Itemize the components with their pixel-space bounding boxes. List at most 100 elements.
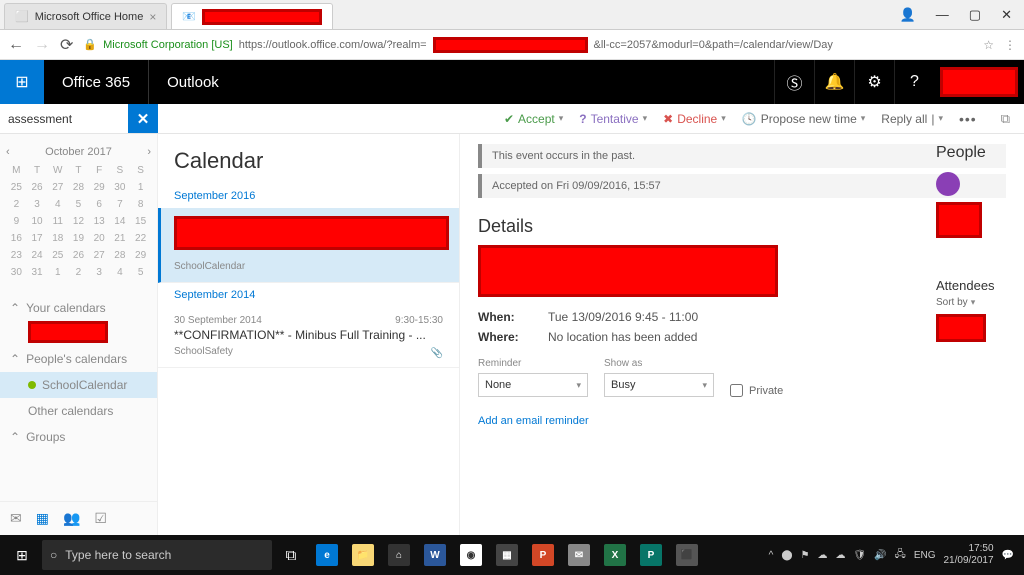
mini-cal-grid[interactable]: MTWTFSS 25262728293012345678910111213141… xyxy=(6,162,151,281)
mini-cal-day[interactable]: 16 xyxy=(6,230,27,247)
mini-cal-day[interactable]: 24 xyxy=(27,247,48,264)
mini-cal-day[interactable]: 23 xyxy=(6,247,27,264)
taskbar-app[interactable]: e xyxy=(310,535,344,575)
tray-chevron-icon[interactable]: ^ xyxy=(769,550,774,561)
mini-cal-day[interactable]: 7 xyxy=(110,196,131,213)
other-calendars-label[interactable]: Other calendars xyxy=(0,398,157,424)
mini-cal-day[interactable]: 20 xyxy=(89,230,110,247)
back-icon[interactable]: ← xyxy=(8,36,24,54)
browser-tab-active[interactable]: 📧 xyxy=(171,3,333,29)
peoples-calendars-header[interactable]: ⌃People's calendars xyxy=(0,346,157,372)
mini-cal-day[interactable]: 8 xyxy=(130,196,151,213)
user-icon[interactable]: 👤 xyxy=(900,7,916,23)
showas-select[interactable]: Busy ▾ xyxy=(604,373,714,397)
mini-cal-day[interactable]: 3 xyxy=(89,264,110,281)
your-calendars-header[interactable]: ⌃Your calendars xyxy=(0,295,157,321)
mini-cal-day[interactable]: 25 xyxy=(6,179,27,196)
mini-cal-day[interactable]: 5 xyxy=(130,264,151,281)
groups-header[interactable]: ⌃Groups xyxy=(0,424,157,450)
tasks-icon[interactable]: ☑ xyxy=(94,510,107,527)
help-icon[interactable]: ? xyxy=(894,60,934,104)
mini-cal-day[interactable]: 1 xyxy=(130,179,151,196)
action-center-icon[interactable]: 💬 xyxy=(1002,550,1014,561)
menu-icon[interactable]: ⋮ xyxy=(1004,38,1016,52)
taskbar-app-chrome[interactable]: ◉ xyxy=(454,535,488,575)
tray-icon[interactable]: ☁ xyxy=(836,550,846,561)
mini-cal-day[interactable]: 30 xyxy=(110,179,131,196)
task-view-icon[interactable]: ⧉ xyxy=(274,535,308,575)
mini-cal-day[interactable]: 27 xyxy=(89,247,110,264)
sort-by-button[interactable]: Sort by ▾ xyxy=(936,297,1006,308)
mini-cal-day[interactable]: 10 xyxy=(27,213,48,230)
mini-cal-day[interactable]: 13 xyxy=(89,213,110,230)
organizer-avatar[interactable] xyxy=(936,172,960,196)
clear-search-button[interactable]: ✕ xyxy=(128,104,158,133)
popout-icon[interactable]: ⧉ xyxy=(1001,111,1010,127)
mini-cal-day[interactable]: 29 xyxy=(130,247,151,264)
mini-cal-day[interactable]: 2 xyxy=(6,196,27,213)
mini-cal-day[interactable]: 4 xyxy=(110,264,131,281)
notifications-icon[interactable]: 🔔 xyxy=(814,60,854,104)
maximize-icon[interactable]: ▢ xyxy=(969,7,981,23)
decline-button[interactable]: ✖ Decline ▾ xyxy=(663,112,726,126)
mini-cal-day[interactable]: 26 xyxy=(68,247,89,264)
mini-cal-day[interactable]: 4 xyxy=(47,196,68,213)
app-launcher-icon[interactable]: ⊞ xyxy=(0,60,44,104)
forward-icon[interactable]: → xyxy=(34,36,50,54)
app-name[interactable]: Outlook xyxy=(148,60,237,104)
tray-lang[interactable]: ENG xyxy=(914,550,936,561)
taskbar-app[interactable]: ▦ xyxy=(490,535,524,575)
mini-cal-day[interactable]: 28 xyxy=(68,179,89,196)
mini-cal-day[interactable]: 9 xyxy=(6,213,27,230)
taskbar-app-powerpoint[interactable]: P xyxy=(526,535,560,575)
mail-icon[interactable]: ✉ xyxy=(10,510,22,527)
accept-button[interactable]: ✔ Accept ▾ xyxy=(504,112,563,126)
mini-cal-day[interactable]: 18 xyxy=(47,230,68,247)
mini-cal-day[interactable]: 14 xyxy=(110,213,131,230)
close-window-icon[interactable]: ✕ xyxy=(1001,7,1012,23)
tray-icon[interactable]: ☁ xyxy=(818,550,828,561)
mini-cal-day[interactable]: 25 xyxy=(47,247,68,264)
mini-cal-day[interactable]: 29 xyxy=(89,179,110,196)
event-item[interactable]: SchoolCalendar xyxy=(158,208,459,283)
skype-icon[interactable]: Ⓢ xyxy=(774,60,814,104)
taskbar-app-mail[interactable]: ✉ xyxy=(562,535,596,575)
close-icon[interactable]: × xyxy=(149,10,156,24)
calendar-icon[interactable]: ▦ xyxy=(36,510,49,527)
taskbar-search[interactable]: ○ Type here to search xyxy=(42,540,272,570)
mini-cal-day[interactable]: 22 xyxy=(130,230,151,247)
mini-cal-day[interactable]: 5 xyxy=(68,196,89,213)
mini-cal-day[interactable]: 2 xyxy=(68,264,89,281)
star-icon[interactable]: ☆ xyxy=(983,38,994,52)
prev-month-icon[interactable]: ‹ xyxy=(6,146,10,158)
tray-icon[interactable]: 🛡 xyxy=(854,550,867,561)
mini-cal-day[interactable]: 3 xyxy=(27,196,48,213)
mini-cal-day[interactable]: 1 xyxy=(47,264,68,281)
tentative-button[interactable]: ? Tentative ▾ xyxy=(579,112,647,126)
tray-icon[interactable]: ⬤ xyxy=(781,550,792,561)
minimize-icon[interactable]: — xyxy=(936,7,949,22)
reply-all-button[interactable]: Reply all | ▾ xyxy=(881,112,943,126)
mini-cal-day[interactable]: 6 xyxy=(89,196,110,213)
more-actions-button[interactable]: ••• xyxy=(959,111,977,127)
event-item[interactable]: 30 September 20149:30-15:30**CONFIRMATIO… xyxy=(158,307,459,368)
propose-time-button[interactable]: 🕓 Propose new time ▾ xyxy=(742,112,866,126)
people-icon[interactable]: 👥 xyxy=(63,510,80,527)
taskbar-app[interactable]: ⬛ xyxy=(670,535,704,575)
taskbar-app-store[interactable]: ⌂ xyxy=(382,535,416,575)
taskbar-clock[interactable]: 17:50 21/09/2017 xyxy=(943,543,993,567)
reminder-select[interactable]: None ▾ xyxy=(478,373,588,397)
tray-icon[interactable]: ⚑ xyxy=(801,550,810,561)
reload-icon[interactable]: ⟳ xyxy=(60,35,73,55)
next-month-icon[interactable]: › xyxy=(147,146,151,158)
settings-icon[interactable]: ⚙ xyxy=(854,60,894,104)
mini-cal-day[interactable]: 11 xyxy=(47,213,68,230)
mini-cal-day[interactable]: 27 xyxy=(47,179,68,196)
search-input[interactable] xyxy=(0,104,128,133)
mini-cal-day[interactable]: 30 xyxy=(6,264,27,281)
mini-cal-day[interactable]: 12 xyxy=(68,213,89,230)
mini-cal-day[interactable]: 28 xyxy=(110,247,131,264)
calendar-item-school[interactable]: SchoolCalendar xyxy=(0,372,157,398)
tray-volume-icon[interactable]: 🔊 xyxy=(874,550,886,561)
mini-cal-day[interactable]: 26 xyxy=(27,179,48,196)
